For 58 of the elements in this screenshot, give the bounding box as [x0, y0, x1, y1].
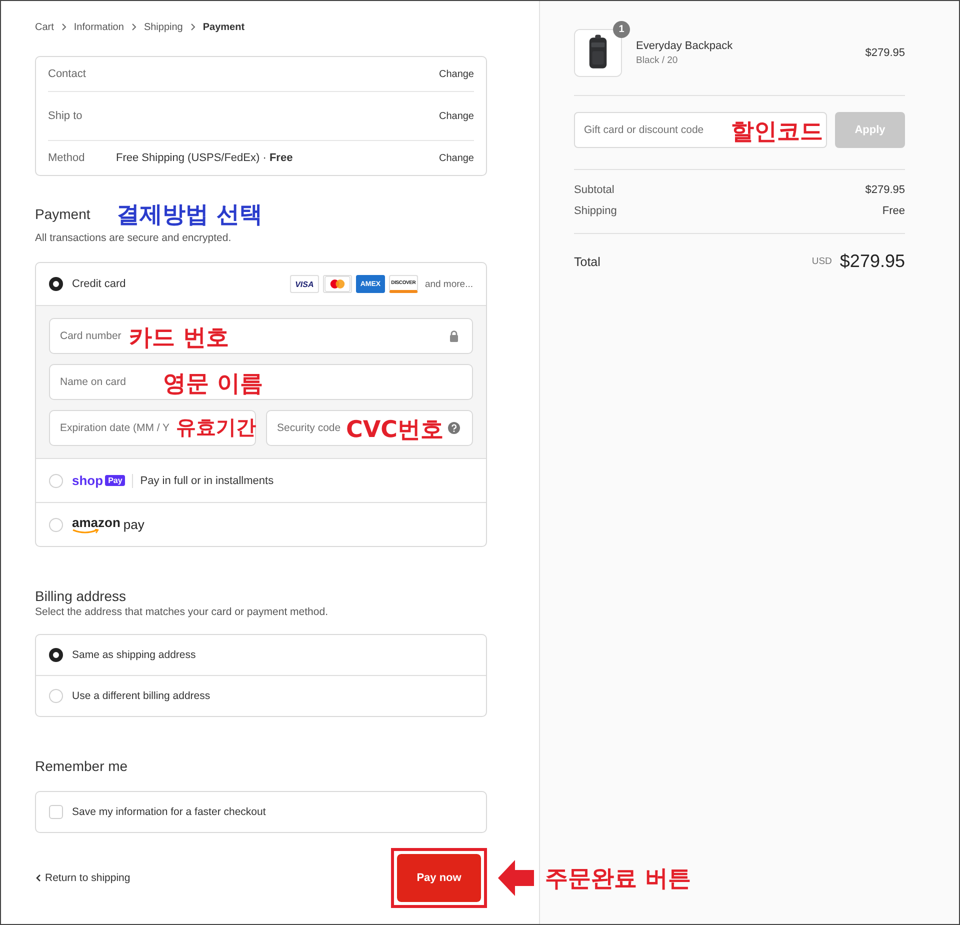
product-price: $279.95 — [865, 47, 905, 59]
help-icon[interactable] — [448, 422, 460, 434]
checkbox[interactable] — [49, 805, 63, 819]
review-label: Ship to — [48, 110, 84, 122]
currency-code: USD — [812, 256, 832, 267]
chevron-icon — [60, 23, 68, 31]
review-label: Method — [48, 152, 86, 164]
section-subtitle: Select the address that matches your card or payment method. — [35, 606, 329, 618]
pay-label: pay — [123, 517, 144, 532]
product-variant: Black / 20 — [636, 55, 679, 66]
quantity-badge: 1 — [613, 21, 630, 38]
arrow-icon — [497, 858, 535, 898]
breadcrumb-link[interactable]: Information — [74, 22, 124, 32]
annotation-label: 유효기간 — [176, 414, 256, 441]
chevron-icon — [35, 874, 41, 882]
summary-value: $279.95 — [865, 184, 905, 196]
review-value: Free Shipping (USPS/FedEx) · Free — [116, 152, 294, 164]
lock-icon — [448, 330, 460, 342]
option-label[interactable]: Save my information for a faster checkout — [72, 806, 266, 818]
amazon-logo: amazon — [72, 516, 120, 534]
change-link[interactable]: Change — [438, 68, 474, 80]
annotation-label: CVC번호 — [346, 416, 444, 445]
pay-badge: Pay — [105, 475, 126, 486]
annotation-label: 주문완료 버튼 — [545, 864, 692, 894]
option-label[interactable]: Same as shipping address — [72, 649, 196, 661]
section-title: Payment — [35, 206, 90, 222]
product-name: Everyday Backpack — [636, 40, 733, 52]
section-title: Remember me — [35, 758, 129, 774]
return-link[interactable]: Return to shipping — [35, 872, 130, 884]
installments-label[interactable]: Pay in full or in installments — [140, 474, 274, 486]
more-cards-text: and more... — [424, 278, 473, 290]
mastercard-logo — [322, 275, 352, 293]
chevron-icon — [188, 23, 197, 31]
annotation-label: 할인코드 — [731, 118, 823, 147]
annotation-label: 영문 이름 — [163, 370, 264, 399]
chevron-icon — [130, 23, 138, 31]
summary-value: Free — [882, 205, 905, 217]
pay-now-button[interactable]: Pay now — [397, 854, 481, 902]
total-label: Total — [574, 254, 600, 268]
breadcrumb-link[interactable]: Payment — [202, 22, 245, 32]
change-link[interactable]: Change — [438, 110, 474, 122]
option-label[interactable]: Use a different billing address — [72, 690, 210, 702]
breadcrumb-link[interactable]: Shipping — [144, 22, 183, 32]
breadcrumb-link[interactable]: Cart — [35, 22, 54, 32]
credit-card-label[interactable]: Credit card — [72, 278, 126, 290]
annotation-label: 결제방법 선택 — [116, 200, 262, 230]
radio-button[interactable] — [49, 648, 63, 662]
total-price: $279.95 — [840, 251, 905, 272]
shop-logo: shop — [72, 473, 104, 488]
review-label: Contact — [48, 68, 87, 80]
section-title: Billing address — [35, 588, 128, 604]
section-subtitle: All transactions are secure and encrypted. — [35, 232, 232, 244]
summary-label: Shipping — [574, 205, 617, 217]
radio-button[interactable] — [49, 277, 63, 291]
change-link[interactable]: Change — [438, 152, 474, 164]
visa-logo: VISA — [290, 275, 319, 293]
annotation-label: 카드 번호 — [129, 324, 230, 353]
summary-label: Subtotal — [574, 184, 614, 196]
